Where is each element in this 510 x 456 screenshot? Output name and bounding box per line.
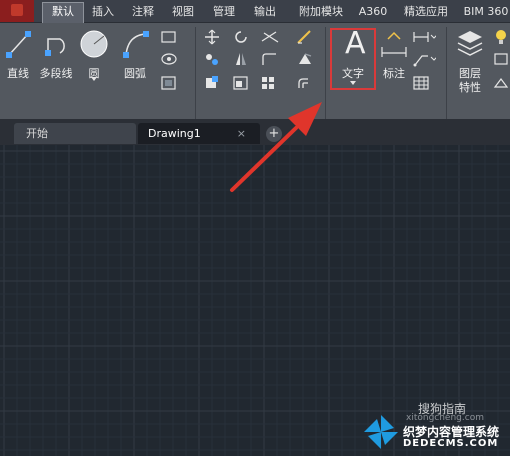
line-icon [6, 31, 31, 58]
fillet-tool-icon[interactable] [260, 51, 278, 67]
ribbon-tab-featured-apps[interactable]: 精选应用 [398, 3, 454, 21]
polyline-tool-label: 多段线 [39, 67, 73, 80]
dimension-tool-button[interactable]: 标注 [378, 27, 410, 83]
circle-dropdown-icon[interactable] [91, 77, 97, 81]
array-tool-icon[interactable] [260, 75, 278, 91]
ribbon-tab-bim360[interactable]: BIM 360 [462, 3, 510, 21]
arc-tool-button[interactable]: 圆弧 [118, 27, 152, 83]
polyline-icon [45, 38, 65, 56]
arc-icon [123, 31, 149, 58]
copy-tool-icon[interactable] [203, 51, 221, 67]
scale-tool-icon[interactable] [232, 75, 250, 91]
layers-icon [457, 31, 483, 56]
text-tool-highlight-box [330, 28, 376, 90]
table-icon[interactable] [412, 75, 430, 91]
ribbon-tab-bar: 默认 插入 注释 视图 管理 输出 附加模块 A360 精选应用 BIM 360 [0, 0, 510, 23]
ribbon-tab-annotate[interactable]: 注释 [126, 3, 160, 21]
gradient-tool-icon[interactable] [160, 75, 178, 91]
add-tab-button[interactable]: + [266, 126, 282, 142]
mirror-tool-icon[interactable] [232, 51, 250, 67]
layer-properties-button[interactable]: 图层 特性 [452, 27, 488, 94]
windows-logo-watermark [360, 411, 402, 453]
tab-drawing1-label: Drawing1 [148, 127, 201, 140]
erase-tool-icon[interactable] [296, 29, 314, 45]
ribbon-tab-view[interactable]: 视图 [166, 3, 200, 21]
xitongcheng-watermark: xitongcheng.com [406, 413, 484, 423]
offset-tool-icon[interactable] [296, 75, 314, 91]
rectangle-tool-icon[interactable] [160, 29, 178, 45]
close-tab-icon[interactable]: × [237, 123, 246, 144]
trim-tool-icon[interactable] [260, 29, 279, 45]
dimension-tool-label: 标注 [383, 67, 405, 80]
ribbon-tab-addins[interactable]: 附加模块 [290, 3, 352, 21]
layer-label-line2: 特性 [459, 81, 481, 94]
ribbon-tab-output[interactable]: 输出 [248, 3, 282, 21]
explode-tool-icon[interactable] [296, 51, 314, 67]
ribbon-tab-manage[interactable]: 管理 [207, 3, 241, 21]
autocad-window: 默认 插入 注释 视图 管理 输出 附加模块 A360 精选应用 BIM 360… [0, 0, 510, 456]
linear-dimension-icon[interactable] [412, 29, 438, 45]
line-tool-button[interactable]: 直线 [2, 27, 34, 83]
lightbulb-icon[interactable] [492, 29, 510, 45]
line-tool-label: 直线 [7, 67, 29, 80]
circle-icon [80, 30, 108, 58]
dimension-icon [381, 31, 407, 57]
layer-match-icon[interactable] [492, 75, 510, 91]
hatch-tool-icon[interactable] [160, 51, 178, 67]
leader-icon[interactable] [412, 51, 438, 67]
tab-drawing1[interactable]: Drawing1 × [138, 123, 260, 144]
circle-tool-button[interactable]: 圆 [78, 27, 110, 83]
application-menu-button[interactable] [0, 0, 34, 22]
tab-start[interactable]: 开始 [14, 123, 136, 144]
ribbon-panels: 直线 多段线 圆 圆弧 A 文字 标注 图层 特性 [0, 23, 510, 138]
ribbon-tab-a360[interactable]: A360 [356, 3, 390, 21]
document-tab-bar: 开始 Drawing1 × + [0, 119, 510, 145]
ribbon-tab-insert[interactable]: 插入 [86, 3, 120, 21]
arc-tool-label: 圆弧 [124, 67, 146, 80]
polyline-tool-button[interactable]: 多段线 [36, 27, 76, 83]
layer-tool-icon[interactable] [492, 51, 510, 67]
move-tool-icon[interactable] [203, 29, 221, 45]
dedecms-watermark-en: DEDECMS.COM [403, 438, 499, 449]
rotate-tool-icon[interactable] [232, 29, 250, 45]
stretch-tool-icon[interactable] [203, 75, 221, 91]
ribbon-tab-default[interactable]: 默认 [42, 2, 84, 23]
